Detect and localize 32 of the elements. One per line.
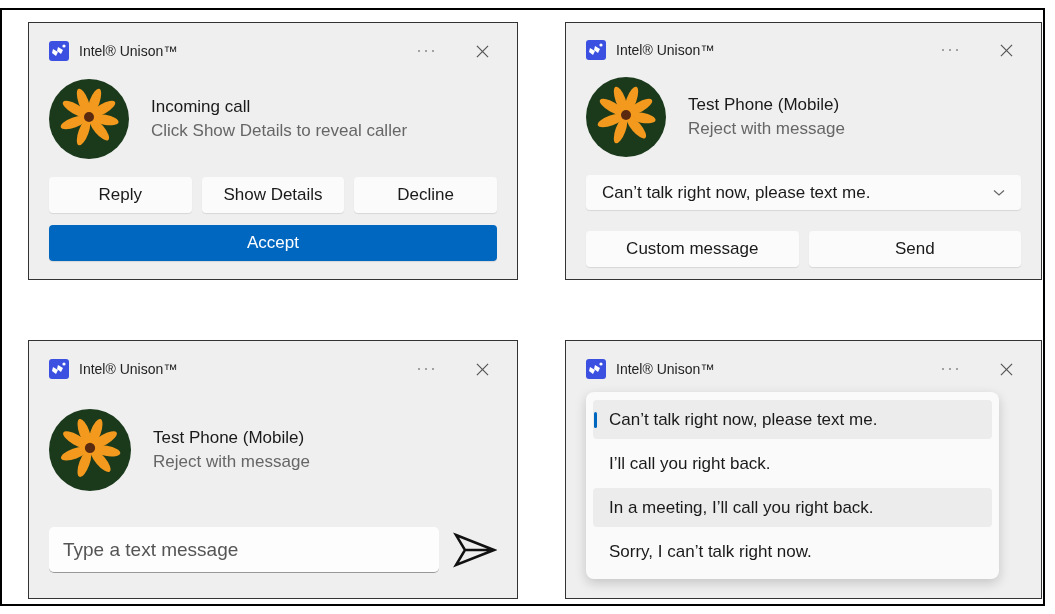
app-logo-icon xyxy=(49,359,69,379)
app-title: Intel® Unison™ xyxy=(79,361,178,377)
menu-item[interactable]: Can’t talk right now, please text me. xyxy=(593,400,992,439)
app-title: Intel® Unison™ xyxy=(616,361,715,377)
menu-item[interactable]: In a meeting, I’ll call you right back. xyxy=(593,488,992,527)
close-icon[interactable] xyxy=(476,362,489,376)
send-icon[interactable] xyxy=(453,532,497,568)
menu-item[interactable]: Sorry, I can’t talk right now. xyxy=(593,532,992,571)
menu-item[interactable]: I’ll call you right back. xyxy=(593,444,992,483)
message-input-field[interactable]: Type a text message xyxy=(49,527,439,573)
caller-subtitle: Reject with message xyxy=(688,119,845,140)
close-icon[interactable] xyxy=(1000,362,1013,376)
chevron-down-icon xyxy=(993,188,1005,197)
accept-button[interactable]: Accept xyxy=(49,225,497,261)
caller-name: Test Phone (Mobile) xyxy=(688,95,841,116)
close-icon[interactable] xyxy=(476,44,489,58)
close-icon[interactable] xyxy=(1000,43,1013,57)
message-dropdown[interactable]: Can’t talk right now, please text me. xyxy=(586,175,1021,210)
action-button[interactable]: Send xyxy=(808,231,1021,267)
action-button[interactable]: Decline xyxy=(354,177,497,213)
caller-subtitle: Reject with message xyxy=(153,452,310,472)
action-button[interactable]: Reply xyxy=(49,177,192,213)
caller-name: Test Phone (Mobile) xyxy=(153,428,306,448)
caller-subtitle: Click Show Details to reveal caller xyxy=(151,121,408,141)
action-button[interactable]: Custom message xyxy=(586,231,799,267)
app-title: Intel® Unison™ xyxy=(79,43,178,59)
app-logo-icon xyxy=(49,41,69,61)
caller-name: Incoming call xyxy=(151,97,252,117)
app-logo-icon xyxy=(586,359,606,379)
app-logo-icon xyxy=(586,40,606,61)
action-button[interactable]: Show Details xyxy=(201,177,345,213)
app-title: Intel® Unison™ xyxy=(616,42,715,59)
